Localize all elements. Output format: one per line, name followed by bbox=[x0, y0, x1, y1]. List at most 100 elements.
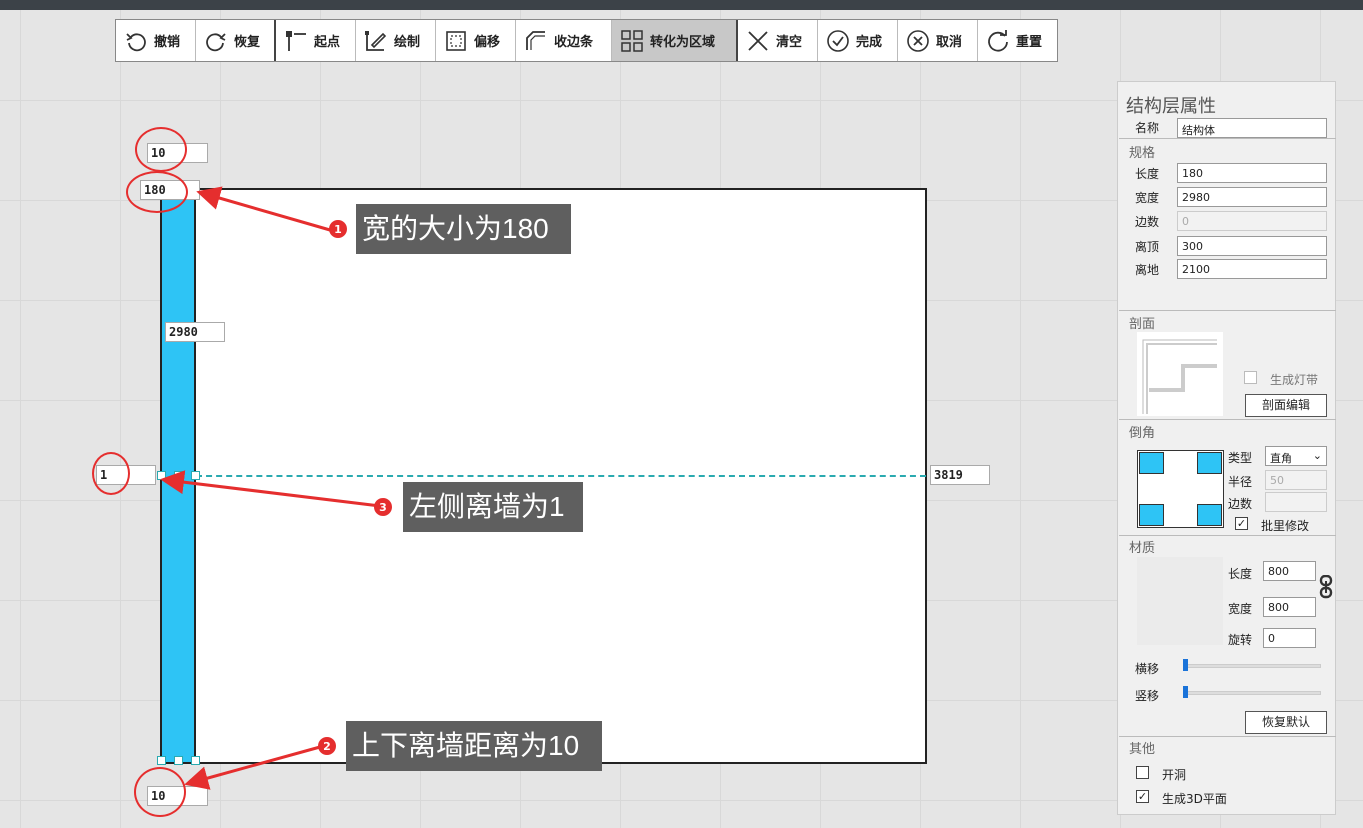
start-point-label: 起点 bbox=[314, 35, 341, 50]
section-profile-title: 剖面 bbox=[1129, 317, 1156, 332]
start-point-icon bbox=[286, 30, 306, 51]
undo-button[interactable]: 撤销 bbox=[116, 20, 196, 61]
distance-guide-line bbox=[196, 475, 926, 477]
generate-3d-checkbox[interactable]: ✓ bbox=[1136, 790, 1149, 803]
name-label: 名称 bbox=[1135, 121, 1160, 135]
spec-floor-offset-label: 离地 bbox=[1135, 263, 1160, 277]
annotation-note-1: 宽的大小为180 bbox=[356, 204, 571, 254]
redo-button[interactable]: 恢复 bbox=[196, 20, 276, 61]
vertical-shift-slider[interactable] bbox=[1184, 691, 1321, 695]
check-circle-icon bbox=[827, 29, 849, 52]
chamfer-type-label: 类型 bbox=[1228, 451, 1253, 465]
redo-icon bbox=[206, 32, 226, 51]
material-length-field[interactable]: 800 bbox=[1263, 561, 1316, 581]
horizontal-shift-slider[interactable] bbox=[1184, 664, 1321, 668]
offset-button[interactable]: 偏移 bbox=[436, 20, 516, 61]
draw-label: 绘制 bbox=[394, 35, 421, 50]
strip-handle-right[interactable] bbox=[191, 471, 200, 480]
horizontal-shift-thumb[interactable] bbox=[1183, 659, 1188, 671]
length-input[interactable]: 2980 bbox=[165, 322, 225, 342]
light-strip-checkbox[interactable] bbox=[1244, 371, 1257, 384]
redo-label: 恢复 bbox=[234, 35, 261, 50]
section-edit-button[interactable]: 剖面编辑 bbox=[1245, 394, 1327, 417]
undo-icon bbox=[126, 32, 146, 51]
link-chain-icon[interactable] bbox=[1319, 575, 1333, 599]
other-divider bbox=[1119, 736, 1336, 737]
rotate-field[interactable]: 0 bbox=[1263, 628, 1316, 648]
annotation-badge-1: 1 bbox=[329, 220, 347, 238]
grid-region-icon bbox=[621, 29, 643, 52]
chamfer-type-select[interactable]: 直角 ⌄ bbox=[1265, 446, 1327, 466]
name-field[interactable]: 结构体 bbox=[1177, 118, 1327, 138]
material-preview bbox=[1137, 557, 1223, 645]
spec-length-field[interactable]: 180 bbox=[1177, 163, 1327, 183]
properties-panel: 结构层属性 名称 结构体 规格 长度 180 宽度 2980 边数 0 离顶 3… bbox=[1117, 81, 1336, 815]
generate-3d-label: 生成3D平面 bbox=[1162, 792, 1227, 806]
highlight-circle-bottom bbox=[134, 767, 186, 817]
highlight-circle-top bbox=[135, 127, 187, 172]
radius-label: 半径 bbox=[1228, 475, 1253, 489]
spec-floor-offset-field[interactable]: 2100 bbox=[1177, 259, 1327, 279]
spec-top-offset-field[interactable]: 300 bbox=[1177, 236, 1327, 256]
reset-label: 重置 bbox=[1016, 35, 1043, 50]
highlight-circle-left bbox=[92, 452, 130, 495]
toolbar: 撤销 恢复 起点 绘制 偏移 收边条 转化为区域 清空 完成 取消 重置 bbox=[115, 19, 1058, 62]
section-profile-divider bbox=[1119, 310, 1336, 311]
to-region-button[interactable]: 转化为区域 bbox=[612, 20, 738, 61]
edge-trim-button[interactable]: 收边条 bbox=[516, 20, 612, 61]
finish-label: 完成 bbox=[856, 35, 883, 50]
finish-button[interactable]: 完成 bbox=[818, 20, 898, 61]
opening-checkbox[interactable] bbox=[1136, 766, 1149, 779]
batch-edit-checkbox[interactable]: ✓ bbox=[1235, 517, 1248, 530]
light-strip-label: 生成灯带 bbox=[1270, 373, 1319, 387]
strip-handle-left[interactable] bbox=[157, 471, 166, 480]
spec-width-label: 宽度 bbox=[1135, 191, 1160, 205]
draw-icon bbox=[365, 30, 387, 51]
right-distance-input[interactable]: 3819 bbox=[930, 465, 990, 485]
annotation-badge-2: 2 bbox=[318, 737, 336, 755]
spec-sides-label: 边数 bbox=[1135, 215, 1160, 229]
clear-button[interactable]: 清空 bbox=[738, 20, 818, 61]
to-region-label: 转化为区域 bbox=[650, 35, 716, 50]
chamfer-sides-label: 边数 bbox=[1228, 497, 1253, 511]
chamfer-preview bbox=[1137, 450, 1224, 528]
strip-handle-mid[interactable] bbox=[174, 471, 183, 480]
annotation-note-3: 左侧离墙为1 bbox=[403, 482, 583, 532]
strip-handle-bottom-mid[interactable] bbox=[174, 756, 183, 765]
draw-button[interactable]: 绘制 bbox=[356, 20, 436, 61]
chamfer-title: 倒角 bbox=[1129, 426, 1156, 441]
spec-title: 规格 bbox=[1129, 146, 1156, 161]
reset-icon bbox=[988, 29, 1008, 52]
start-point-button[interactable]: 起点 bbox=[276, 20, 356, 61]
reset-button[interactable]: 重置 bbox=[978, 20, 1057, 61]
window-top-bar bbox=[0, 0, 1363, 10]
horizontal-shift-label: 横移 bbox=[1135, 662, 1160, 676]
rotate-label: 旋转 bbox=[1228, 633, 1253, 647]
x-circle-icon bbox=[907, 29, 929, 52]
spec-sides-field: 0 bbox=[1177, 211, 1327, 231]
material-width-label: 宽度 bbox=[1228, 602, 1253, 616]
batch-edit-label: 批里修改 bbox=[1261, 519, 1310, 533]
close-x-icon bbox=[748, 30, 768, 51]
radius-field: 50 bbox=[1265, 470, 1327, 490]
restore-default-button[interactable]: 恢复默认 bbox=[1245, 711, 1327, 734]
cancel-label: 取消 bbox=[936, 35, 963, 50]
material-divider bbox=[1119, 535, 1336, 536]
clear-label: 清空 bbox=[776, 35, 803, 50]
material-width-field[interactable]: 800 bbox=[1263, 597, 1316, 617]
vertical-shift-thumb[interactable] bbox=[1183, 686, 1188, 698]
spec-section bbox=[1119, 138, 1336, 139]
spec-width-field[interactable]: 2980 bbox=[1177, 187, 1327, 207]
undo-label: 撤销 bbox=[154, 35, 181, 50]
strip-handle-bottom-left[interactable] bbox=[157, 756, 166, 765]
vertical-shift-label: 竖移 bbox=[1135, 689, 1160, 703]
edge-trim-label: 收边条 bbox=[554, 35, 594, 50]
section-profile-preview bbox=[1137, 332, 1223, 416]
opening-label: 开洞 bbox=[1162, 768, 1187, 782]
cancel-button[interactable]: 取消 bbox=[898, 20, 978, 61]
strip-handle-bottom-right[interactable] bbox=[191, 756, 200, 765]
annotation-note-2: 上下离墙距离为10 bbox=[346, 721, 602, 771]
other-title: 其他 bbox=[1129, 742, 1156, 757]
spec-length-label: 长度 bbox=[1135, 167, 1160, 181]
edge-trim-icon bbox=[526, 30, 545, 50]
